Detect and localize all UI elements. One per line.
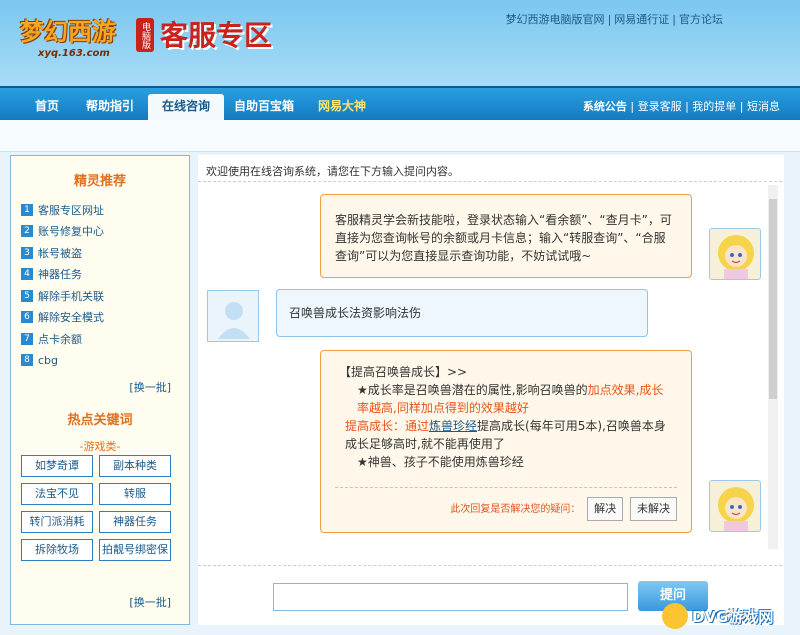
keyword-button[interactable]: 拆除牧场 (21, 539, 93, 561)
recommend-item-label: 解除安全模式 (38, 311, 104, 325)
sidebar: 精灵推荐 1 客服专区网址 2 账号修复中心 3 帐号被盗 4 神器任务 5 解除手机关联… (10, 155, 190, 625)
item-number: 2 (21, 225, 33, 238)
bot-reply: 【提高召唤兽成长】>> ★成长率是召唤兽潜在的属性,影响召唤兽的加点效果,成长率… (320, 350, 692, 533)
fairy-girl-icon (718, 235, 754, 279)
feedback-question: 此次回复是否解决您的疑问： (450, 504, 581, 515)
watermark: DVG游戏网 (662, 601, 796, 631)
keyword-button[interactable]: 转门派消耗 (21, 511, 93, 533)
item-number: 4 (21, 268, 33, 281)
reply-line-3: ★神兽、孩子不能使用炼兽珍经 (357, 455, 524, 469)
recommend-list: 1 客服专区网址 2 账号修复中心 3 帐号被盗 4 神器任务 5 解除手机关联 6 解除安… (21, 199, 189, 371)
nav-self-service[interactable]: 自助百宝箱 (228, 94, 300, 120)
game-logo[interactable]: 梦幻西游 电脑版 xyq.163.com (8, 6, 154, 62)
bot-message: 客服精灵学会新技能啦，登录状态输入“看余额”、“查月卡”，可直接为您查询帐号的余… (320, 194, 692, 278)
keyword-button[interactable]: 拍靓号绑密保 (99, 539, 171, 561)
passport-link[interactable]: 网易通行证 (614, 13, 669, 26)
login-service-link[interactable]: 登录客服 (638, 100, 682, 113)
gamepad-icon (662, 603, 688, 629)
solved-button[interactable]: 解决 (587, 497, 624, 521)
recommend-item-label: 解除手机关联 (38, 289, 104, 303)
logo-url: xyq.163.com (38, 48, 110, 59)
recommend-item-label: 帐号被盗 (38, 246, 82, 260)
recommend-item-label: cbg (38, 353, 59, 367)
bot-message-text: 客服精灵学会新技能啦，登录状态输入“看余额”、“查月卡”，可直接为您查询帐号的余… (335, 213, 672, 263)
user-message-text: 召唤兽成长法资影响法伤 (289, 306, 422, 320)
user-avatar (207, 290, 259, 342)
keyword-button[interactable]: 神器任务 (99, 511, 171, 533)
keyword-button[interactable]: 副本种类 (99, 455, 171, 477)
page-title: 客服专区 (160, 19, 273, 52)
reply-line-2: 提高成长：通过炼兽珍经提高成长(每年可用5本),召唤兽本身成长足够高时,就不能再… (339, 417, 673, 453)
recommend-item-label: 客服专区网址 (38, 203, 104, 217)
reply-line-1-text: ★成长率是召唤兽潜在的属性,影响召唤兽的 (357, 383, 588, 397)
reply-line-2-lead: 提高成长：通过 (345, 419, 430, 433)
keyword-button[interactable]: 转服 (99, 483, 171, 505)
lianshou-book-link[interactable]: 炼兽珍经 (429, 419, 477, 433)
chat-panel: 欢迎使用在线咨询系统，请您在下方输入提问内容。 客服精灵学会新技能啦，登录状态输… (198, 155, 784, 625)
reply-line-1: ★成长率是召唤兽潜在的属性,影响召唤兽的加点效果,成长率越高,同样加点得到的效果… (339, 381, 673, 417)
user-message: 召唤兽成长法资影响法伤 (276, 289, 648, 337)
official-site-link[interactable]: 梦幻西游电脑版官网 (506, 13, 605, 26)
bot-avatar (709, 480, 761, 532)
item-number: 5 (21, 289, 33, 302)
watermark-text: DVG游戏网 (692, 608, 774, 626)
recommend-item-label: 点卡余额 (38, 332, 82, 346)
main-nav: 首页 帮助指引 在线咨询 自助百宝箱 网易大神 系统公告 | 登录客服 | 我的… (0, 86, 800, 122)
top-links: 梦幻西游电脑版官网 | 网易通行证 | 官方论坛 (505, 13, 723, 26)
question-input[interactable] (273, 583, 628, 611)
chat-scrollbar[interactable] (768, 185, 778, 549)
item-number: 8 (21, 354, 33, 367)
nav-right-links: 系统公告 | 登录客服 | 我的提单 | 短消息 (582, 100, 780, 113)
nav-help[interactable]: 帮助指引 (80, 94, 140, 120)
sub-strip (0, 120, 800, 152)
recommend-item[interactable]: 8 cbg (21, 350, 189, 372)
nav-online-consult[interactable]: 在线咨询 (148, 94, 224, 122)
bot-avatar (709, 228, 761, 280)
input-divider (198, 565, 782, 566)
hot-category-label: -游戏类- (79, 440, 121, 453)
forum-link[interactable]: 官方论坛 (679, 13, 723, 26)
divider (335, 487, 677, 488)
recommend-item-label: 账号修复中心 (38, 225, 104, 239)
recommend-item[interactable]: 4 神器任务 (21, 264, 189, 286)
reply-title: 【提高召唤兽成长】>> (339, 365, 468, 379)
recommend-item[interactable]: 3 帐号被盗 (21, 242, 189, 264)
recommend-item-label: 神器任务 (38, 268, 82, 282)
recommend-item[interactable]: 2 账号修复中心 (21, 221, 189, 243)
chat-history: 客服精灵学会新技能啦，登录状态输入“看余额”、“查月卡”，可直接为您查询帐号的余… (198, 181, 782, 551)
feedback-row: 此次回复是否解决您的疑问： 解决 未解决 (450, 497, 677, 521)
nav-netease-dashen[interactable]: 网易大神 (310, 94, 374, 120)
system-notice-link[interactable]: 系统公告 (583, 100, 627, 113)
user-silhouette-icon (218, 302, 250, 339)
welcome-text: 欢迎使用在线咨询系统，请您在下方输入提问内容。 (206, 165, 459, 178)
swap-keywords-button[interactable]: [换一批] (129, 594, 171, 610)
item-number: 6 (21, 311, 33, 324)
recommend-item[interactable]: 6 解除安全模式 (21, 307, 189, 329)
fairy-girl-icon (718, 487, 754, 531)
logo-badge: 电脑版 (136, 18, 154, 52)
scrollbar-thumb[interactable] (769, 199, 777, 399)
keyword-button[interactable]: 法宝不见 (21, 483, 93, 505)
hot-keywords-heading: 热点关键词 (67, 413, 133, 428)
recommend-item[interactable]: 5 解除手机关联 (21, 285, 189, 307)
messages-link[interactable]: 短消息 (747, 100, 780, 113)
item-number: 1 (21, 203, 33, 216)
recommend-item[interactable]: 7 点卡余额 (21, 328, 189, 350)
item-number: 7 (21, 332, 33, 345)
recommend-item[interactable]: 1 客服专区网址 (21, 199, 189, 221)
swap-recommend-button[interactable]: [换一批] (11, 379, 171, 395)
header: 梦幻西游 电脑版 xyq.163.com 客服专区 梦幻西游电脑版官网 | 网易通行… (0, 0, 800, 86)
keyword-button[interactable]: 如梦奇谭 (21, 455, 93, 477)
logo-text: 梦幻西游 (20, 17, 116, 46)
my-tickets-link[interactable]: 我的提单 (692, 100, 736, 113)
nav-home[interactable]: 首页 (22, 94, 72, 120)
item-number: 3 (21, 246, 33, 259)
recommend-heading: 精灵推荐 (73, 174, 126, 189)
unsolved-button[interactable]: 未解决 (630, 497, 677, 521)
